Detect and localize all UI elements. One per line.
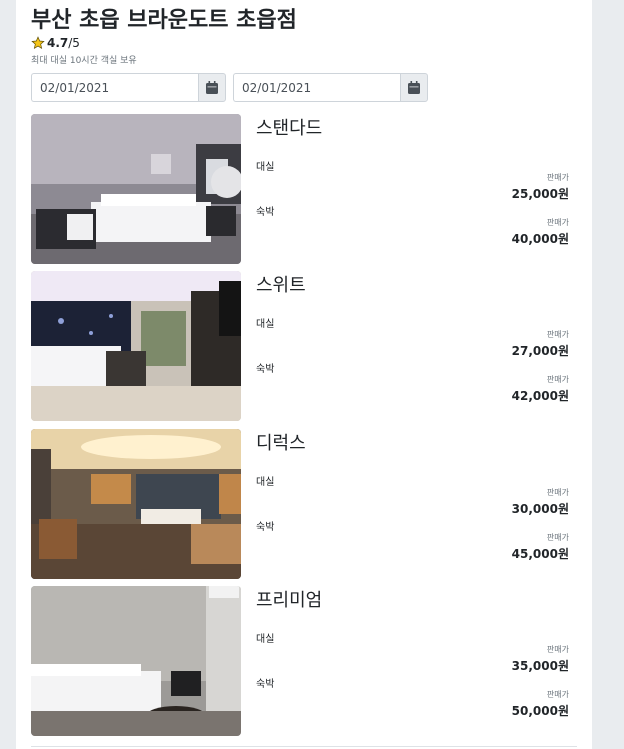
option-label-daytime: 대실 bbox=[256, 634, 275, 645]
price-label: 판매가 bbox=[546, 690, 569, 699]
option-label-daytime: 대실 bbox=[256, 319, 275, 330]
hotel-detail-page: 부산 초읍 브라운도트 초읍점 4.7 /5 최대 대실 10시간 객실 보유 bbox=[16, 0, 592, 749]
option-label-overnight: 숙박 bbox=[256, 522, 275, 533]
room-card[interactable]: 스위트 대실 판매가 27,000원 숙박 판매가 42,000원 bbox=[31, 271, 577, 421]
room-card[interactable]: 디럭스 대실 판매가 30,000원 숙박 판매가 45,000원 bbox=[31, 429, 577, 579]
price-overnight: 42,000원 bbox=[511, 389, 569, 403]
calendar-icon bbox=[206, 81, 218, 94]
checkin-date-picker bbox=[31, 73, 226, 102]
option-label-overnight: 숙박 bbox=[256, 364, 275, 375]
price-daytime: 25,000원 bbox=[511, 187, 569, 201]
rating-value: 4.7 bbox=[47, 36, 69, 50]
option-label-overnight: 숙박 bbox=[256, 679, 275, 690]
price-overnight: 45,000원 bbox=[511, 547, 569, 561]
room-name: 스탠다드 bbox=[256, 118, 323, 139]
divider bbox=[31, 746, 577, 747]
room-name: 스위트 bbox=[256, 275, 306, 296]
room-name: 프리미엄 bbox=[256, 590, 323, 611]
price-label: 판매가 bbox=[546, 645, 569, 654]
price-label: 판매가 bbox=[546, 173, 569, 182]
room-photo[interactable] bbox=[31, 271, 241, 421]
checkin-calendar-button[interactable] bbox=[198, 73, 226, 102]
hotel-subtitle: 최대 대실 10시간 객실 보유 bbox=[31, 56, 137, 66]
price-daytime: 30,000원 bbox=[511, 502, 569, 516]
option-label-overnight: 숙박 bbox=[256, 207, 275, 218]
room-card[interactable]: 스탠다드 대실 판매가 25,000원 숙박 판매가 40,000원 bbox=[31, 114, 577, 264]
price-label: 판매가 bbox=[546, 218, 569, 227]
room-photo[interactable] bbox=[31, 429, 241, 579]
rating-max: /5 bbox=[68, 36, 80, 50]
room-card[interactable]: 프리미엄 대실 판매가 35,000원 숙박 판매가 50,000원 bbox=[31, 586, 577, 736]
checkout-calendar-button[interactable] bbox=[400, 73, 428, 102]
checkin-date-input[interactable] bbox=[31, 73, 198, 102]
checkout-date-input[interactable] bbox=[233, 73, 400, 102]
hotel-title: 부산 초읍 브라운도트 초읍점 bbox=[31, 8, 297, 33]
price-label: 판매가 bbox=[546, 375, 569, 384]
room-photo[interactable] bbox=[31, 114, 241, 264]
price-overnight: 40,000원 bbox=[511, 232, 569, 246]
option-label-daytime: 대실 bbox=[256, 162, 275, 173]
price-overnight: 50,000원 bbox=[511, 704, 569, 718]
option-label-daytime: 대실 bbox=[256, 477, 275, 488]
room-photo[interactable] bbox=[31, 586, 241, 736]
hotel-rating: 4.7 /5 bbox=[31, 36, 80, 50]
price-daytime: 27,000원 bbox=[511, 344, 569, 358]
room-name: 디럭스 bbox=[256, 433, 306, 454]
price-daytime: 35,000원 bbox=[511, 659, 569, 673]
price-label: 판매가 bbox=[546, 533, 569, 542]
checkout-date-picker bbox=[233, 73, 428, 102]
star-icon bbox=[31, 36, 45, 49]
calendar-icon bbox=[408, 81, 420, 94]
price-label: 판매가 bbox=[546, 488, 569, 497]
price-label: 판매가 bbox=[546, 330, 569, 339]
